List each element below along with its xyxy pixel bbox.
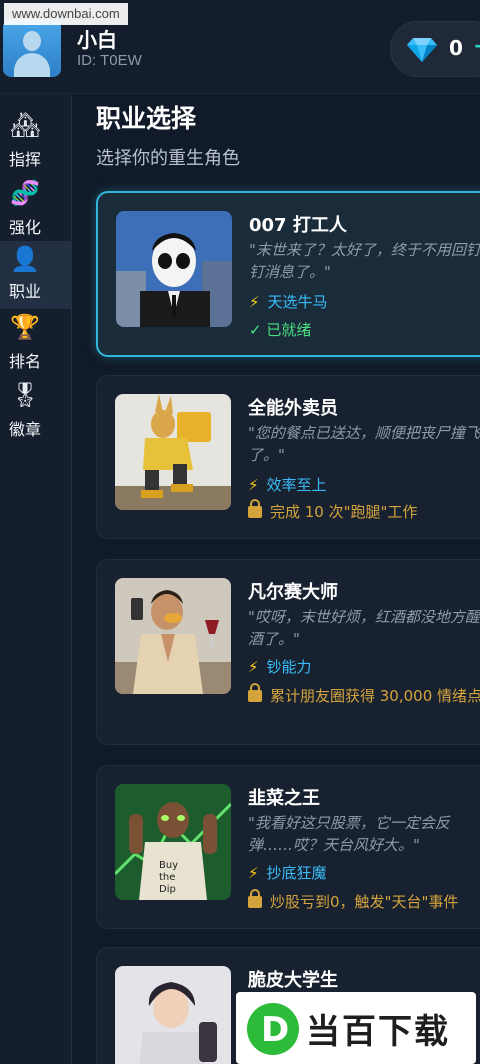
add-currency-button[interactable]: + [473, 34, 480, 59]
dna-icon: 🧬 [10, 179, 40, 207]
site-watermark: www.downbai.com [4, 3, 128, 25]
sidebar-item-command[interactable]: 🏘 指挥 [0, 109, 72, 177]
check-icon: ✓ [249, 321, 267, 339]
sidebar-item-label: 排名 [9, 352, 42, 371]
brand-logo-icon: D [247, 1003, 299, 1055]
currency-count: 0 [449, 36, 463, 60]
page-title: 职业选择 [96, 104, 197, 133]
career-skill-label: 抄底狂魔 [266, 864, 327, 882]
page-subtitle: 选择你的重生角色 [96, 148, 240, 169]
portrait-student [115, 966, 231, 1064]
career-quote: "我看好这只股票，它一定会反弹……哎？天台风好大。" [248, 814, 450, 854]
svg-text:Buy: Buy [159, 860, 178, 871]
career-title: 韭菜之王 [248, 788, 320, 809]
career-skill-label: 天选牛马 [267, 293, 328, 311]
career-card[interactable]: 全能外卖员 "您的餐点已送达，顺便把丧尸撞飞了。" ⚡ 效率至上 完成 10 次"… [96, 375, 480, 539]
avatar[interactable] [3, 19, 61, 77]
career-status-label: 炒股亏到0，触发"天台"事件 [270, 893, 459, 911]
career-status: 完成 10 次"跑腿"工作 [248, 499, 480, 524]
career-status: 炒股亏到0，触发"天台"事件 [248, 889, 459, 914]
top-header: www.downbai.com 小白 ID: T0EW 0 + [0, 0, 480, 94]
brand-watermark: D 当百下载 [236, 992, 476, 1064]
sidebar-item-label: 强化 [9, 218, 42, 237]
portrait-rich-man [115, 578, 231, 694]
career-card[interactable]: 007 打工人 "末世来了？太好了，终于不用回钉钉消息了。" ⚡ 天选牛马 ✓ 已… [96, 191, 480, 357]
portrait-stock-trader: Buy the Dip [115, 784, 231, 900]
career-status-label: 累计朋友圈获得 30,000 情绪点 [270, 687, 480, 705]
career-title: 007 打工人 [249, 215, 347, 236]
career-title: 脆皮大学生 [248, 970, 338, 991]
main-content: 职业选择 选择你的重生角色 007 打工人 "末世来了？太好了，终于不用回钉钉消… [73, 95, 480, 1064]
lightning-icon: ⚡ [248, 864, 259, 882]
sidebar-item-badges[interactable]: 🎖 徽章 [0, 379, 72, 447]
lightning-icon: ⚡ [248, 476, 259, 494]
svg-text:D: D [261, 1010, 289, 1050]
career-skill-label: 效率至上 [266, 476, 327, 494]
career-status-label: 已就绪 [266, 321, 312, 339]
username: 小白 [77, 28, 117, 52]
sidebar-item-career[interactable]: 👤 职业 [0, 241, 72, 309]
career-card[interactable]: 凡尔赛大师 "哎呀，末世好烦，红酒都没地方醒酒了。" ⚡ 钞能力 累计朋友圈获得 … [96, 559, 480, 745]
career-quote: "您的餐点已送达，顺便把丧尸撞飞了。" [248, 424, 480, 464]
career-status: ✓ 已就绪 [249, 319, 311, 340]
sidebar-nav: 🏘 指挥 🧬 强化 👤 职业 🏆 排名 🎖 徽章 [0, 95, 72, 1064]
user-id: ID: T0EW [77, 52, 142, 69]
sidebar-item-ranking[interactable]: 🏆 排名 [0, 311, 72, 379]
career-status: 累计朋友圈获得 30,000 情绪点 [248, 683, 480, 708]
diamond-icon [407, 38, 437, 62]
portrait-office-worker [116, 211, 232, 327]
brand-name: 当百下载 [306, 1012, 450, 1052]
trophy-icon: 🏆 [10, 313, 40, 341]
career-title: 凡尔赛大师 [248, 582, 338, 603]
lock-icon [248, 889, 262, 908]
career-title: 全能外卖员 [248, 398, 338, 419]
portrait-delivery-rider [115, 394, 231, 510]
sidebar-item-label: 徽章 [9, 420, 42, 439]
career-skill: ⚡ 天选牛马 [249, 291, 328, 312]
sidebar-item-label: 指挥 [9, 150, 42, 169]
currency-display[interactable]: 0 + [390, 21, 480, 77]
career-skill: ⚡ 效率至上 [248, 474, 327, 495]
career-quote: "哎呀，末世好烦，红酒都没地方醒酒了。" [248, 608, 480, 648]
sidebar-item-enhance[interactable]: 🧬 强化 [0, 177, 72, 245]
medal-icon: 🎖 [10, 381, 41, 409]
career-card[interactable]: Buy the Dip 韭菜之王 "我看好这只股票，它一定会反弹……哎？天台风好… [96, 765, 480, 929]
lock-icon [248, 499, 262, 518]
house-icon: 🏘 [10, 111, 41, 139]
person-icon: 👤 [10, 245, 40, 273]
lock-icon [248, 683, 262, 702]
career-skill: ⚡ 钞能力 [248, 656, 312, 677]
lightning-icon: ⚡ [249, 293, 260, 311]
career-skill: ⚡ 抄底狂魔 [248, 862, 327, 883]
lightning-icon: ⚡ [248, 658, 259, 676]
sidebar-item-label: 职业 [9, 282, 42, 301]
career-quote: "末世来了？太好了，终于不用回钉钉消息了。" [249, 241, 480, 281]
svg-text:the: the [159, 872, 175, 883]
svg-text:Dip: Dip [159, 884, 176, 895]
career-skill-label: 钞能力 [266, 658, 312, 676]
career-status-label: 完成 10 次"跑腿"工作 [270, 503, 418, 521]
